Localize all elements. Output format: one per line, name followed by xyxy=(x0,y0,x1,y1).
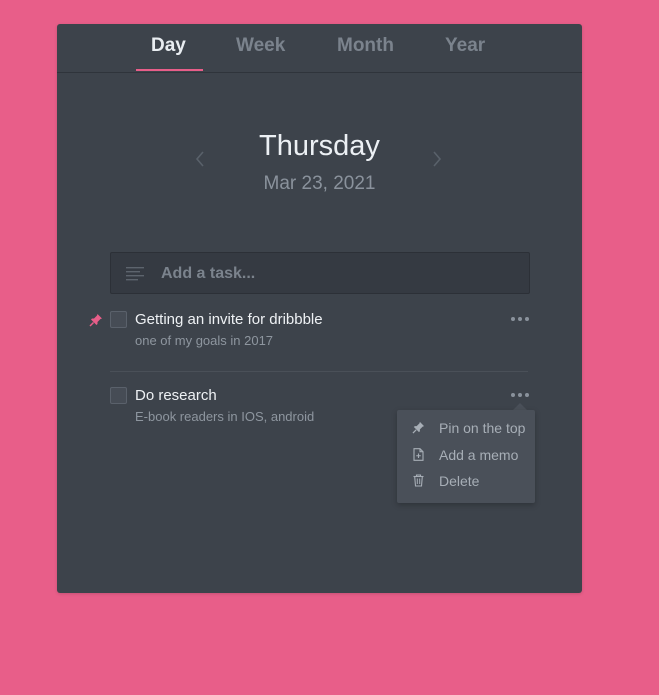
task-title: Do research xyxy=(135,387,217,404)
trash-icon xyxy=(413,474,424,487)
task-subtitle: one of my goals in 2017 xyxy=(135,333,274,348)
memo-icon xyxy=(413,448,424,461)
task-checkbox[interactable] xyxy=(110,311,127,328)
menu-item-label: Delete xyxy=(439,473,480,489)
view-tabs: Day Week Month Year xyxy=(57,24,582,73)
more-options-icon[interactable] xyxy=(510,314,530,324)
task-divider xyxy=(110,371,528,372)
add-task-input[interactable] xyxy=(159,261,513,287)
selected-weekday: Thursday xyxy=(259,130,380,162)
menu-item-delete[interactable]: Delete xyxy=(397,469,535,493)
tab-year[interactable]: Year xyxy=(445,35,485,57)
task-item: Getting an invite for dribbble one of my… xyxy=(110,311,530,351)
menu-item-add-memo[interactable]: Add a memo xyxy=(397,443,535,467)
tab-day[interactable]: Day xyxy=(151,35,186,57)
add-task-bar xyxy=(110,252,530,294)
selected-date: Mar 23, 2021 xyxy=(263,173,376,194)
task-subtitle: E-book readers in IOS, android xyxy=(135,409,315,424)
active-tab-indicator xyxy=(136,69,203,71)
calendar-card: Day Week Month Year Thursday Mar 23, 202… xyxy=(57,24,582,593)
lines-icon xyxy=(126,267,144,281)
next-day-button[interactable] xyxy=(432,151,442,172)
menu-item-label: Pin on the top xyxy=(439,420,526,436)
task-checkbox[interactable] xyxy=(110,387,127,404)
chevron-right-icon xyxy=(433,151,442,167)
pinned-pin-icon xyxy=(89,314,102,327)
more-options-icon[interactable] xyxy=(510,390,530,400)
tab-week[interactable]: Week xyxy=(236,35,285,57)
context-menu-caret xyxy=(513,403,527,410)
task-title: Getting an invite for dribbble xyxy=(135,311,323,328)
task-context-menu: Pin on the top Add a memo Delete xyxy=(397,410,535,503)
menu-item-pin[interactable]: Pin on the top xyxy=(397,416,535,440)
tab-month[interactable]: Month xyxy=(337,35,394,57)
pin-icon xyxy=(412,421,425,434)
menu-item-label: Add a memo xyxy=(439,447,519,463)
